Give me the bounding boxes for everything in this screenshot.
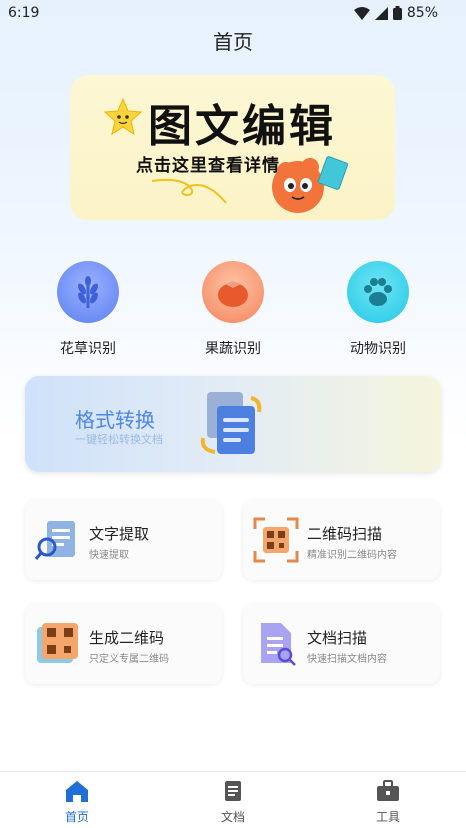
nav-item-documents[interactable]: 文档	[193, 780, 273, 825]
bottom-nav: 首页 文档 工具	[0, 771, 466, 828]
tool-qr-scan[interactable]: 二维码扫描 精准识别二维码内容	[243, 500, 440, 580]
tool-desc: 快速提取	[89, 550, 129, 561]
swirl-decoration-icon	[151, 178, 227, 204]
battery-icon	[392, 6, 402, 20]
mascot-character-icon	[272, 156, 349, 213]
status-bar: 6:19 85%	[0, 0, 466, 26]
nav-label: 文档	[220, 810, 245, 824]
tool-document-scan[interactable]: 文档扫描 快速扫描文档内容	[243, 604, 440, 684]
status-time: 6:19	[8, 5, 40, 21]
paw-icon	[347, 261, 409, 323]
category-label: 果蔬识别	[205, 341, 261, 357]
wifi-icon	[353, 6, 370, 20]
tool-desc: 精准识别二维码内容	[307, 550, 397, 561]
home-icon	[66, 781, 88, 802]
category-animal-recognition[interactable]: 动物识别	[328, 261, 428, 358]
tool-title: 文档扫描	[307, 629, 368, 647]
wheat-icon	[57, 261, 119, 323]
page-title: 首页	[213, 30, 253, 54]
format-subtitle: 一键轻松转换文档	[75, 433, 163, 446]
tool-desc: 快速扫描文档内容	[307, 654, 387, 665]
tool-text-extraction[interactable]: 文字提取 快速提取	[25, 500, 222, 580]
banner-title: 图文编辑	[148, 101, 336, 152]
tool-generate-qr[interactable]: 生成二维码 只定义专属二维码	[25, 604, 222, 684]
qr-code-icon	[37, 623, 78, 663]
signal-icon	[374, 6, 388, 20]
document-icon	[225, 781, 241, 801]
qr-scan-icon	[253, 517, 299, 563]
nav-label: 工具	[375, 810, 400, 824]
file-convert-icon	[200, 392, 262, 454]
category-label: 动物识别	[350, 341, 406, 357]
star-mascot-icon	[103, 97, 143, 136]
tool-desc: 只定义专属二维码	[89, 654, 169, 665]
battery-level: 85%	[406, 5, 438, 21]
tool-title: 二维码扫描	[307, 525, 383, 543]
tool-title: 生成二维码	[89, 629, 165, 647]
toolbox-icon	[377, 780, 399, 801]
document-scan-icon	[261, 623, 296, 666]
tomato-icon	[202, 261, 264, 323]
category-fruit-recognition[interactable]: 果蔬识别	[183, 261, 283, 358]
category-label: 花草识别	[60, 341, 116, 357]
nav-item-tools[interactable]: 工具	[348, 780, 428, 825]
category-flower-recognition[interactable]: 花草识别	[38, 261, 138, 358]
nav-label: 首页	[64, 810, 89, 824]
format-title: 格式转换	[75, 408, 155, 432]
banner-image-edit[interactable]: 图文编辑 点击这里查看详情	[70, 75, 395, 220]
document-search-icon	[35, 521, 75, 560]
status-icons: 85%	[353, 5, 438, 21]
tool-title: 文字提取	[89, 525, 150, 543]
nav-item-home[interactable]: 首页	[37, 780, 117, 825]
format-conversion-card[interactable]: 格式转换 一键轻松转换文档	[25, 376, 441, 472]
